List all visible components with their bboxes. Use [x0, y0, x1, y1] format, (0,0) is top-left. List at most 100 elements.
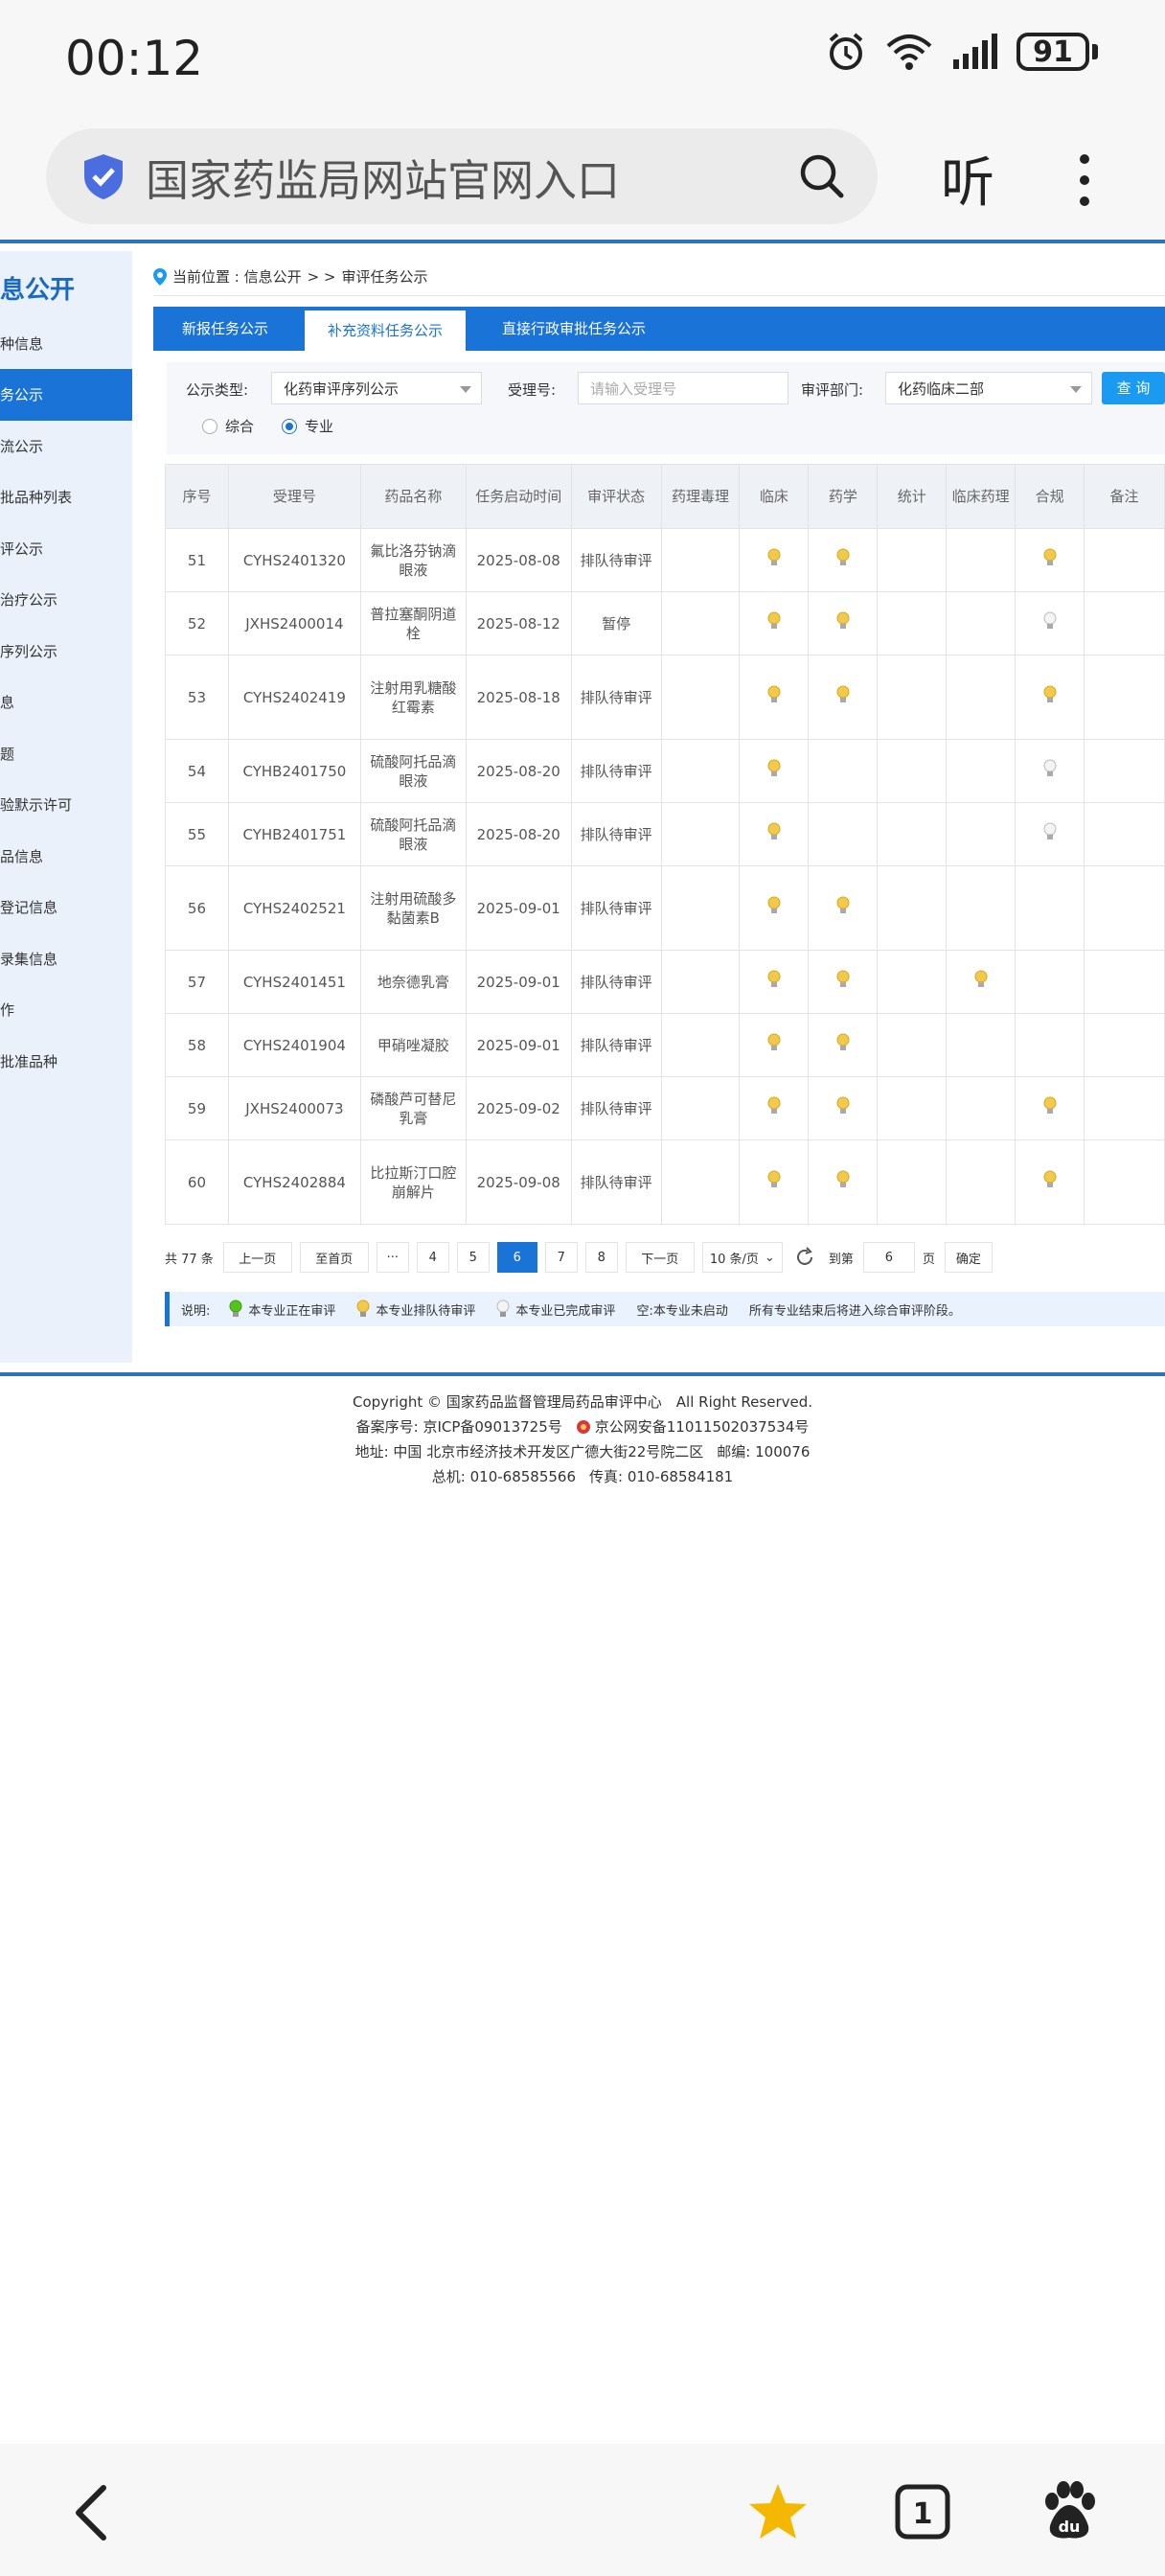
radio-major[interactable]: 专业 — [282, 416, 333, 436]
table-row[interactable]: 57 CYHS2401451 地奈德乳膏 2025-09-01 排队待审评 — [165, 950, 1165, 1014]
accept-number-input[interactable]: 请输入受理号 — [578, 372, 788, 404]
clinical-status — [739, 739, 810, 803]
review-status: 暂停 — [570, 591, 662, 656]
sidebar-item[interactable]: 题 — [0, 744, 14, 764]
bulb-yellow-icon — [836, 548, 850, 565]
sidebar-item-active-label[interactable]: 务公示 — [0, 384, 43, 404]
pharmacy-status — [808, 865, 879, 951]
tab-new-tasks[interactable]: 新报任务公示 — [153, 307, 297, 351]
review-status: 排队待审评 — [570, 739, 662, 803]
sidebar-item[interactable]: 批准品种 — [0, 1051, 57, 1071]
sidebar-item[interactable]: 验默示许可 — [0, 794, 72, 815]
bulb-yellow-icon — [1043, 548, 1057, 565]
sidebar-item[interactable]: 批品种列表 — [0, 487, 72, 507]
compliance-status — [1015, 591, 1085, 656]
table-row[interactable]: 59 JXHS2400073 磷酸芦可替尼乳膏 2025-09-02 排队待审评 — [165, 1076, 1165, 1140]
sidebar-item[interactable]: 种信息 — [0, 334, 43, 354]
page-size-select[interactable]: 10 条/页 ⌄ — [701, 1242, 783, 1273]
start-date: 2025-09-01 — [465, 950, 572, 1014]
goto-page-input[interactable]: 6 — [862, 1242, 915, 1273]
clinical-status — [739, 591, 810, 656]
type-select[interactable]: 化药审评序列公示 — [271, 372, 482, 404]
table-row[interactable]: 56 CYHS2402521 注射用硫酸多黏菌素B 2025-09-01 排队待审评 — [165, 865, 1165, 951]
type-label: 公示类型: — [186, 381, 249, 399]
pharmacy-status — [808, 739, 879, 803]
radio-circle-selected[interactable] — [282, 418, 297, 434]
clinical-status — [739, 1076, 810, 1140]
bulb-yellow-icon — [767, 970, 781, 987]
col-header: 临床药理 — [946, 464, 1017, 529]
sidebar-item[interactable]: 序列公示 — [0, 641, 57, 661]
status-icons: 91 — [825, 31, 1098, 73]
footer-divider — [0, 1372, 1165, 1376]
drug-name: 甲硝唑凝胶 — [359, 1013, 467, 1077]
table-row[interactable]: 60 CYHS2402884 比拉斯汀口腔崩解片 2025-09-08 排队待审评 — [165, 1139, 1165, 1225]
page-button-current[interactable]: 6 — [496, 1242, 537, 1273]
sidebar-item[interactable]: 治疗公示 — [0, 589, 57, 610]
clin-pharm-status — [946, 802, 1017, 866]
review-status: 排队待审评 — [570, 1013, 662, 1077]
sidebar-item[interactable]: 作 — [0, 1000, 14, 1020]
table-row[interactable]: 58 CYHS2401904 甲硝唑凝胶 2025-09-01 排队待审评 — [165, 1013, 1165, 1077]
table-row[interactable]: 52 JXHS2400014 普拉塞酮阴道栓 2025-08-12 暂停 — [165, 591, 1165, 656]
star-icon[interactable] — [747, 2482, 809, 2542]
tab-supplement-tasks[interactable]: 补充资料任务公示 — [305, 310, 466, 351]
next-page-button[interactable]: 下一页 — [625, 1242, 695, 1273]
sidebar-title: 息公开 — [0, 276, 76, 305]
footer-icp[interactable]: 备案序号: 京ICP备09013725号 — [356, 1414, 562, 1439]
first-page-button[interactable]: 至首页 — [299, 1242, 369, 1273]
sidebar-item[interactable]: 登记信息 — [0, 897, 57, 917]
accept-number: CYHS2401320 — [227, 528, 361, 592]
refresh-icon[interactable] — [794, 1247, 815, 1268]
baidu-paw-icon[interactable]: du — [1040, 2480, 1098, 2542]
breadcrumb-prefix[interactable]: 当前位置 : 信息公开 — [172, 266, 302, 287]
bulb-yellow-icon — [836, 1033, 850, 1050]
table-row[interactable]: 54 CYHB2401750 硫酸阿托品滴眼液 2025-08-20 排队待审评 — [165, 739, 1165, 803]
prev-page-button[interactable]: 上一页 — [222, 1242, 292, 1273]
bottom-nav: 1 du — [0, 2444, 1165, 2576]
bulb-yellow-icon — [767, 759, 781, 776]
drug-name: 普拉塞酮阴道栓 — [359, 591, 467, 656]
legend-bar: 说明: 本专业正在审评 本专业排队待审评 本专业已完成审评 空:本专业未启动 所… — [165, 1292, 1165, 1326]
confirm-button[interactable]: 确定 — [944, 1242, 993, 1273]
back-icon[interactable] — [73, 2484, 111, 2542]
footer-copyright: Copyright © 国家药品监督管理局药品审评中心 All Right Re… — [352, 1393, 813, 1411]
tabs-icon[interactable]: 1 — [895, 2484, 950, 2540]
page-button[interactable]: 7 — [544, 1242, 578, 1273]
clin-pharm-status — [946, 591, 1017, 656]
url-text[interactable]: 国家药监局网站官网入口 — [146, 146, 797, 208]
table-row[interactable]: 55 CYHB2401751 硫酸阿托品滴眼液 2025-08-20 排队待审评 — [165, 802, 1165, 866]
url-bar[interactable]: 国家药监局网站官网入口 — [46, 128, 878, 224]
statistics-status — [877, 528, 948, 592]
page-button[interactable]: 8 — [584, 1242, 618, 1273]
sidebar-item[interactable]: 品信息 — [0, 846, 43, 866]
radio-circle[interactable] — [202, 418, 217, 434]
table-row[interactable]: 53 CYHS2402419 注射用乳糖酸红霉素 2025-08-18 排队待审评 — [165, 655, 1165, 740]
accept-number: CYHS2401451 — [227, 950, 361, 1014]
more-menu-icon[interactable] — [1071, 151, 1098, 209]
pharmacy-status — [808, 655, 879, 740]
page-ellipsis[interactable]: ··· — [376, 1242, 409, 1273]
page-button[interactable]: 4 — [416, 1242, 449, 1273]
sidebar-item[interactable]: 息 — [0, 692, 14, 712]
search-icon[interactable] — [797, 151, 847, 201]
row-number: 59 — [165, 1076, 229, 1140]
legend-label: 说明: — [181, 1303, 211, 1319]
dept-select-value: 化药临床二部 — [898, 380, 985, 398]
row-number: 57 — [165, 950, 229, 1014]
table-row[interactable]: 51 CYHS2401320 氟比洛芬钠滴眼液 2025-08-08 排队待审评 — [165, 528, 1165, 592]
listen-button[interactable]: 听 — [941, 140, 994, 218]
radio-all[interactable]: 综合 — [202, 416, 254, 436]
bulb-white-icon — [496, 1300, 510, 1317]
dept-select[interactable]: 化药临床二部 — [885, 372, 1092, 404]
tab-admin-approval-tasks[interactable]: 直接行政审批任务公示 — [473, 307, 674, 351]
query-button[interactable]: 查 询 — [1102, 372, 1165, 404]
sidebar-item[interactable]: 评公示 — [0, 539, 43, 559]
sidebar-item[interactable]: 流公示 — [0, 436, 43, 456]
page-button[interactable]: 5 — [456, 1242, 490, 1273]
sidebar-item[interactable]: 录集信息 — [0, 949, 57, 969]
bulb-yellow-icon — [836, 611, 850, 629]
footer-police[interactable]: 京公网安备11011502037534号 — [595, 1414, 810, 1439]
bulb-white-icon — [1043, 611, 1057, 629]
accept-number: CYHS2402884 — [227, 1139, 361, 1225]
